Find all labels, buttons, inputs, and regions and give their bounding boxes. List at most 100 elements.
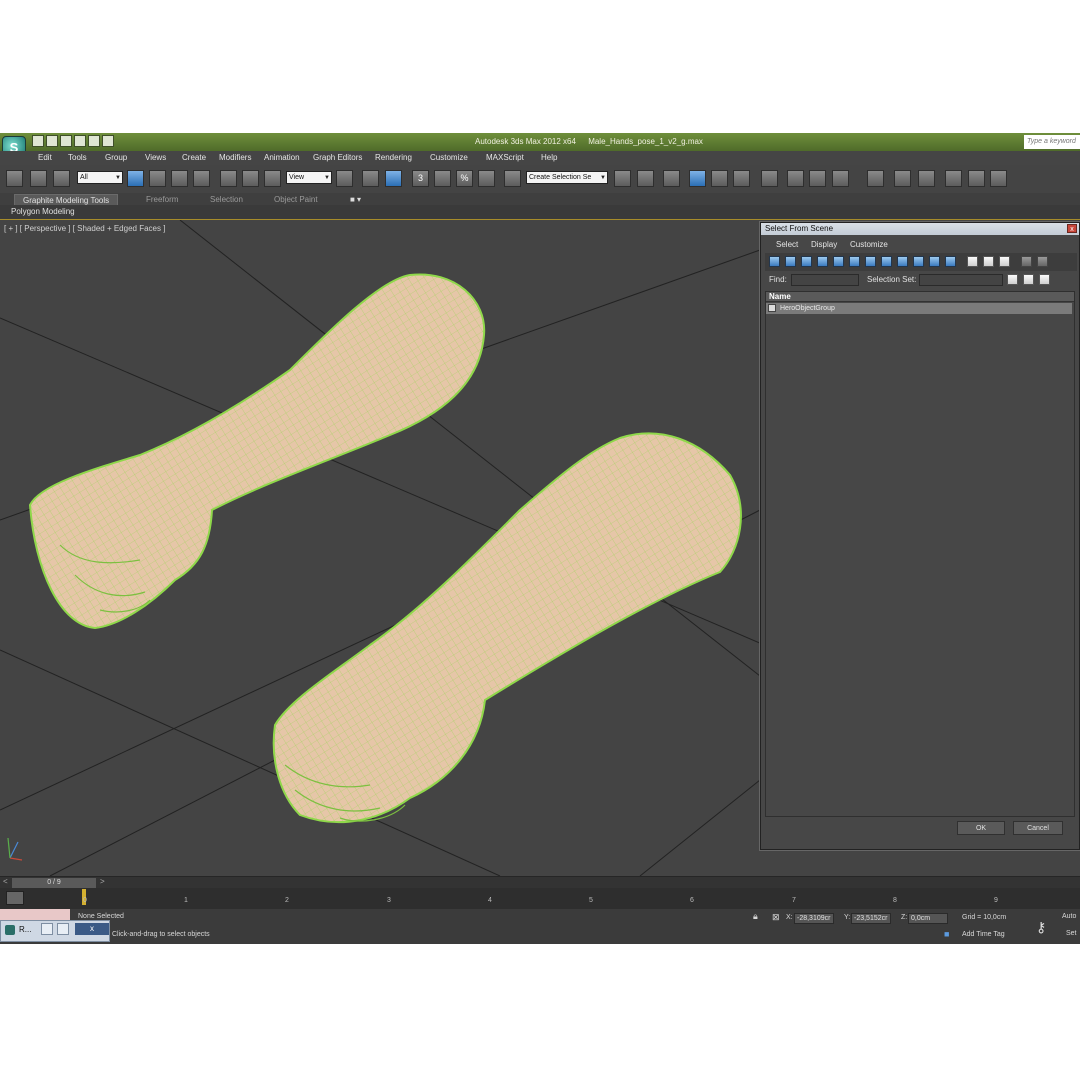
cancel-button[interactable]: Cancel	[1013, 821, 1063, 835]
ribbon-options-icon[interactable]: ■ ▾	[350, 194, 361, 205]
set-key-button[interactable]: Set	[1066, 930, 1077, 937]
open-file-icon[interactable]	[46, 135, 58, 147]
menu-group[interactable]: Group	[105, 153, 127, 162]
filter-icon[interactable]	[1021, 256, 1032, 267]
selection-set-remove-icon[interactable]	[1039, 274, 1050, 285]
selection-set-dropdown[interactable]	[919, 274, 1003, 286]
scene-object-list[interactable]: Name HeroObjectGroup	[765, 291, 1075, 817]
select-object-icon[interactable]	[127, 170, 144, 187]
tab-freeform[interactable]: Freeform	[146, 194, 178, 205]
menu-rendering[interactable]: Rendering	[375, 153, 412, 162]
restore-icon[interactable]	[41, 923, 53, 935]
redo-icon[interactable]	[88, 135, 100, 147]
dialog-menu-select[interactable]: Select	[776, 240, 798, 249]
display-shapes-icon[interactable]	[785, 256, 796, 267]
selection-set-add-icon[interactable]	[1023, 274, 1034, 285]
viewport-label[interactable]: [ + ] [ Perspective ] [ Shaded + Edged F…	[4, 224, 165, 233]
move-icon[interactable]	[220, 170, 237, 187]
rotate-icon[interactable]	[242, 170, 259, 187]
viewport-perspective[interactable]: [ + ] [ Perspective ] [ Shaded + Edged F…	[0, 220, 1080, 876]
column-header-name[interactable]: Name	[766, 292, 1074, 302]
menu-maxscript[interactable]: MAXScript	[486, 153, 524, 162]
save-file-icon[interactable]	[60, 135, 72, 147]
z-coordinate-field[interactable]: 0,0cm	[908, 913, 948, 924]
undo-icon[interactable]	[74, 135, 86, 147]
search-input[interactable]: Type a keyword	[1024, 135, 1080, 149]
rendered-frame-window-icon[interactable]	[809, 170, 826, 187]
angle-snap-icon[interactable]	[434, 170, 451, 187]
display-cameras-icon[interactable]	[817, 256, 828, 267]
display-space-warps-icon[interactable]	[849, 256, 860, 267]
display-xrefs-icon[interactable]	[881, 256, 892, 267]
mirror-icon[interactable]	[614, 170, 631, 187]
time-prev-icon[interactable]: <	[3, 877, 8, 886]
selection-set-edit-icon[interactable]	[1007, 274, 1018, 285]
menu-animation[interactable]: Animation	[264, 153, 300, 162]
container-icon[interactable]	[867, 170, 884, 187]
menu-edit[interactable]: Edit	[38, 153, 52, 162]
close-icon[interactable]: x	[75, 923, 109, 935]
lock-selection-icon[interactable]: 🔒︎	[753, 911, 758, 922]
schematic-view-icon[interactable]	[733, 170, 750, 187]
menu-create[interactable]: Create	[182, 153, 206, 162]
display-bones-icon[interactable]	[897, 256, 908, 267]
menu-graph-editors[interactable]: Graph Editors	[313, 153, 362, 162]
render-production-icon[interactable]	[832, 170, 849, 187]
list-item[interactable]: HeroObjectGroup	[766, 303, 1072, 314]
ok-button[interactable]: OK	[957, 821, 1005, 835]
key-mode-icon[interactable]: ⚷	[1036, 919, 1046, 936]
track-bar[interactable]: 0 1 2 3 4 5 6 7 8 9	[0, 888, 1080, 909]
unlink-icon[interactable]	[30, 170, 47, 187]
material-editor-icon[interactable]	[761, 170, 778, 187]
curve-editor-icon[interactable]	[711, 170, 728, 187]
layer-manager-icon[interactable]	[663, 170, 680, 187]
menu-customize[interactable]: Customize	[430, 153, 468, 162]
select-by-name-icon[interactable]	[149, 170, 166, 187]
absolute-mode-icon[interactable]: ⊠	[772, 912, 780, 923]
scale-icon[interactable]	[264, 170, 281, 187]
add-time-tag-button[interactable]: Add Time Tag	[962, 931, 1005, 938]
tab-object-paint[interactable]: Object Paint	[274, 194, 318, 205]
reference-coordinate-dropdown[interactable]: View	[286, 171, 332, 184]
align-icon[interactable]	[637, 170, 654, 187]
select-manipulate-icon[interactable]	[362, 170, 379, 187]
script-icon[interactable]	[918, 170, 935, 187]
particle-view-icon[interactable]	[894, 170, 911, 187]
display-geometry-icon[interactable]	[769, 256, 780, 267]
select-link-icon[interactable]	[6, 170, 23, 187]
percent-snap-icon[interactable]: %	[456, 170, 473, 187]
selection-filter-dropdown[interactable]: All	[77, 171, 123, 184]
taskbar-button[interactable]: R... x	[0, 920, 110, 942]
anim-play-icon[interactable]	[968, 170, 985, 187]
anim-prev-icon[interactable]	[945, 170, 962, 187]
bind-space-warp-icon[interactable]	[53, 170, 70, 187]
named-selection-set-dropdown[interactable]: Create Selection Se	[526, 171, 608, 184]
menu-help[interactable]: Help	[541, 153, 557, 162]
render-setup-icon[interactable]	[787, 170, 804, 187]
graphite-toggle-icon[interactable]	[689, 170, 706, 187]
rectangular-selection-icon[interactable]	[171, 170, 188, 187]
auto-key-button[interactable]: Auto	[1062, 913, 1076, 920]
time-slider[interactable]: 0 / 9	[12, 878, 96, 888]
keyboard-shortcut-override-icon[interactable]	[385, 170, 402, 187]
menu-tools[interactable]: Tools	[68, 153, 87, 162]
display-lights-icon[interactable]	[801, 256, 812, 267]
display-hidden-icon[interactable]	[945, 256, 956, 267]
menu-modifiers[interactable]: Modifiers	[219, 153, 251, 162]
project-folder-icon[interactable]	[102, 135, 114, 147]
display-all-icon[interactable]	[967, 256, 978, 267]
time-tag-icon[interactable]: ■	[944, 929, 949, 939]
edit-named-selection-icon[interactable]	[504, 170, 521, 187]
menu-views[interactable]: Views	[145, 153, 166, 162]
dialog-close-button[interactable]: x	[1067, 224, 1077, 233]
polygon-modeling-label[interactable]: Polygon Modeling	[11, 207, 75, 216]
open-mini-curve-editor-icon[interactable]	[6, 891, 24, 905]
x-coordinate-field[interactable]: -28,3109cr	[794, 913, 834, 924]
display-helpers-icon[interactable]	[833, 256, 844, 267]
window-crossing-icon[interactable]	[193, 170, 210, 187]
display-frozen-icon[interactable]	[929, 256, 940, 267]
pivot-center-icon[interactable]	[336, 170, 353, 187]
dialog-menu-customize[interactable]: Customize	[850, 240, 888, 249]
display-none-icon[interactable]	[983, 256, 994, 267]
anim-next-icon[interactable]	[990, 170, 1007, 187]
